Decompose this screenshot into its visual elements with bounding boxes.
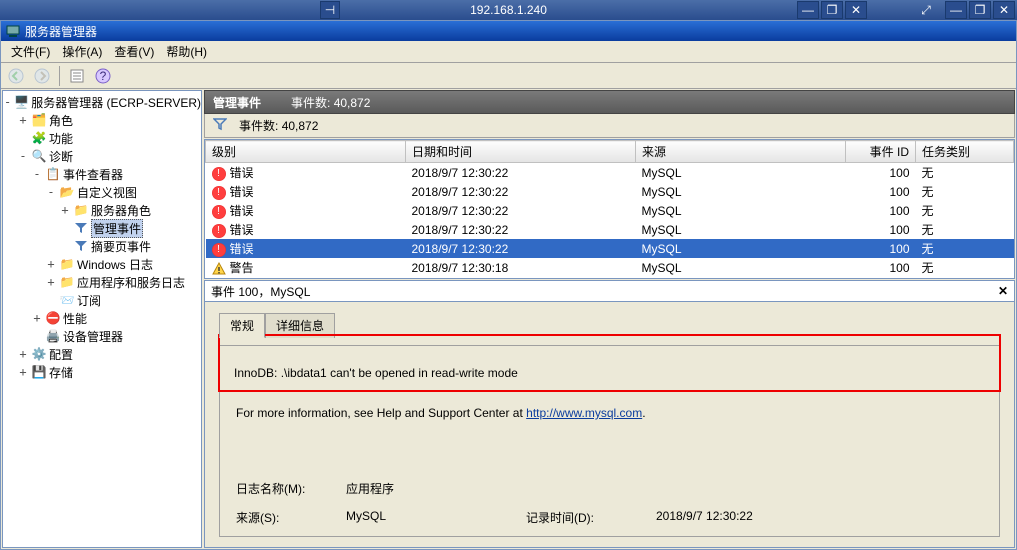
logname-value: 应用程序 [346,480,526,497]
logged-value: 2018/9/7 12:30:22 [656,509,983,526]
event-message: InnoDB: .\ibdata1 can't be opened in rea… [234,366,985,380]
table-row[interactable]: !错误2018/9/7 12:30:22MySQL100无 [206,201,1014,220]
devmgr-icon: 🖨️ [45,328,61,344]
folder-icon: 📁 [73,202,89,218]
col-id[interactable]: 事件 ID [846,141,916,163]
tree-customviews[interactable]: -📂自定义视图 [3,183,201,201]
config-icon: ⚙️ [31,346,47,362]
center-controls: ⤢ [915,1,937,19]
tree-summaryevents[interactable]: 摘要页事件 [3,237,201,255]
filter-icon [73,238,89,254]
funnel-icon[interactable] [213,117,227,134]
tree-config[interactable]: +⚙️配置 [3,345,201,363]
mmc-title: 服务器管理器 [25,23,97,40]
diag-icon: 🔍 [31,148,47,164]
highlight-box: InnoDB: .\ibdata1 can't be opened in rea… [218,334,1001,392]
tree-eventviewer[interactable]: -📋事件查看器 [3,165,201,183]
back-button [5,65,27,87]
tree-appsvc[interactable]: +📁应用程序和服务日志 [3,273,201,291]
tree-subs[interactable]: 📨订阅 [3,291,201,309]
eventviewer-icon: 📋 [45,166,61,182]
mmc-title-bar: 服务器管理器 [1,21,1016,41]
header-count: 40,872 [334,96,371,110]
col-task[interactable]: 任务类别 [916,141,1014,163]
perf-icon: ⛔ [45,310,61,326]
col-datetime[interactable]: 日期和时间 [406,141,636,163]
logname-label: 日志名称(M): [236,480,346,497]
host-close-button[interactable]: ✕ [993,1,1015,19]
restore-button[interactable]: ❐ [821,1,843,19]
toolbar: ? [1,63,1016,89]
filter-count: 40,872 [282,119,319,133]
table-row[interactable]: !错误2018/9/7 12:30:22MySQL100无 [206,239,1014,258]
detail-title: 事件 100，MySQL [211,283,310,300]
table-row[interactable]: !错误2018/9/7 12:30:22MySQL100无 [206,182,1014,201]
filter-bar: 事件数: 40,872 [204,114,1015,138]
table-row[interactable]: 警告2018/9/7 12:30:18MySQL100无 [206,258,1014,277]
help-link[interactable]: http://www.mysql.com [526,406,642,420]
menu-file[interactable]: 文件(F) [5,41,56,62]
folder-icon: 📂 [59,184,75,200]
remote-title-bar: ⊣ 192.168.1.240 — ❐ ✕ ⤢ — ❐ ✕ [0,0,1017,20]
tree-diag[interactable]: -🔍诊断 [3,147,201,165]
features-icon: 🧩 [31,130,47,146]
storage-icon: 💾 [31,364,47,380]
forward-button [31,65,53,87]
table-row[interactable]: !错误2018/9/7 12:30:22MySQL100无 [206,163,1014,183]
menu-view[interactable]: 查看(V) [108,41,160,62]
col-level[interactable]: 级别 [206,141,406,163]
tree-windowslogs[interactable]: +📁Windows 日志 [3,255,201,273]
host-minimize-button[interactable]: — [945,1,967,19]
server-icon: 🖥️ [14,94,29,110]
close-button[interactable]: ✕ [845,1,867,19]
nav-tree[interactable]: -🖥️服务器管理器 (ECRP-SERVER) +🗂️角色 🧩功能 -🔍诊断 -… [2,90,202,548]
view-header: 管理事件 事件数: 40,872 [204,90,1015,114]
tree-devmgr[interactable]: 🖨️设备管理器 [3,327,201,345]
event-grid[interactable]: 级别 日期和时间 来源 事件 ID 任务类别 !错误2018/9/7 12:30… [204,139,1015,279]
detail-close-button[interactable]: ✕ [998,284,1008,298]
tree-roles[interactable]: +🗂️角色 [3,111,201,129]
tree-adminevents[interactable]: 管理事件 [3,219,201,237]
server-manager-icon [5,23,21,39]
tree-features[interactable]: 🧩功能 [3,129,201,147]
pin-button[interactable]: ⊣ [320,1,340,19]
expand-icon[interactable]: ⤢ [915,1,937,19]
more-info: For more information, see Help and Suppo… [236,406,983,420]
table-row[interactable]: 警告2018/9/7 12:30:18MySQL100无 [206,277,1014,279]
folder-icon: 📁 [59,256,75,272]
filter-icon [73,220,89,236]
host-window-controls: — ❐ ✕ [945,1,1017,19]
col-source[interactable]: 来源 [636,141,846,163]
detail-pane: 常规 详细信息 InnoDB: .\ibdata1 can't be opene… [204,302,1015,548]
roles-icon: 🗂️ [31,112,47,128]
tree-serverroles[interactable]: +📁服务器角色 [3,201,201,219]
view-title: 管理事件 [213,96,261,110]
folder-icon: 📁 [59,274,75,290]
tree-perf[interactable]: +⛔性能 [3,309,201,327]
tree-root[interactable]: -🖥️服务器管理器 (ECRP-SERVER) [3,93,201,111]
help-button[interactable]: ? [92,65,114,87]
host-restore-button[interactable]: ❐ [969,1,991,19]
properties-button[interactable] [66,65,88,87]
mmc-window: 服务器管理器 文件(F) 操作(A) 查看(V) 帮助(H) ? -🖥️服务器管… [0,20,1017,550]
toolbar-separator [59,66,60,86]
svg-text:?: ? [100,69,107,83]
remote-window-controls: — ❐ ✕ [797,1,867,19]
tab-general[interactable]: 常规 [219,313,265,338]
logged-label: 记录时间(D): [526,509,656,526]
menu-bar: 文件(F) 操作(A) 查看(V) 帮助(H) [1,41,1016,63]
detail-header: 事件 100，MySQL ✕ [204,280,1015,302]
subs-icon: 📨 [59,292,75,308]
header-count-label: 事件数: [291,96,330,110]
tree-storage[interactable]: +💾存储 [3,363,201,381]
source-value: MySQL [346,509,526,526]
table-row[interactable]: !错误2018/9/7 12:30:22MySQL100无 [206,220,1014,239]
menu-help[interactable]: 帮助(H) [160,41,213,62]
source-label: 来源(S): [236,509,346,526]
menu-action[interactable]: 操作(A) [56,41,108,62]
filter-count-label: 事件数: [239,119,278,133]
minimize-button[interactable]: — [797,1,819,19]
remote-address: 192.168.1.240 [470,3,547,17]
